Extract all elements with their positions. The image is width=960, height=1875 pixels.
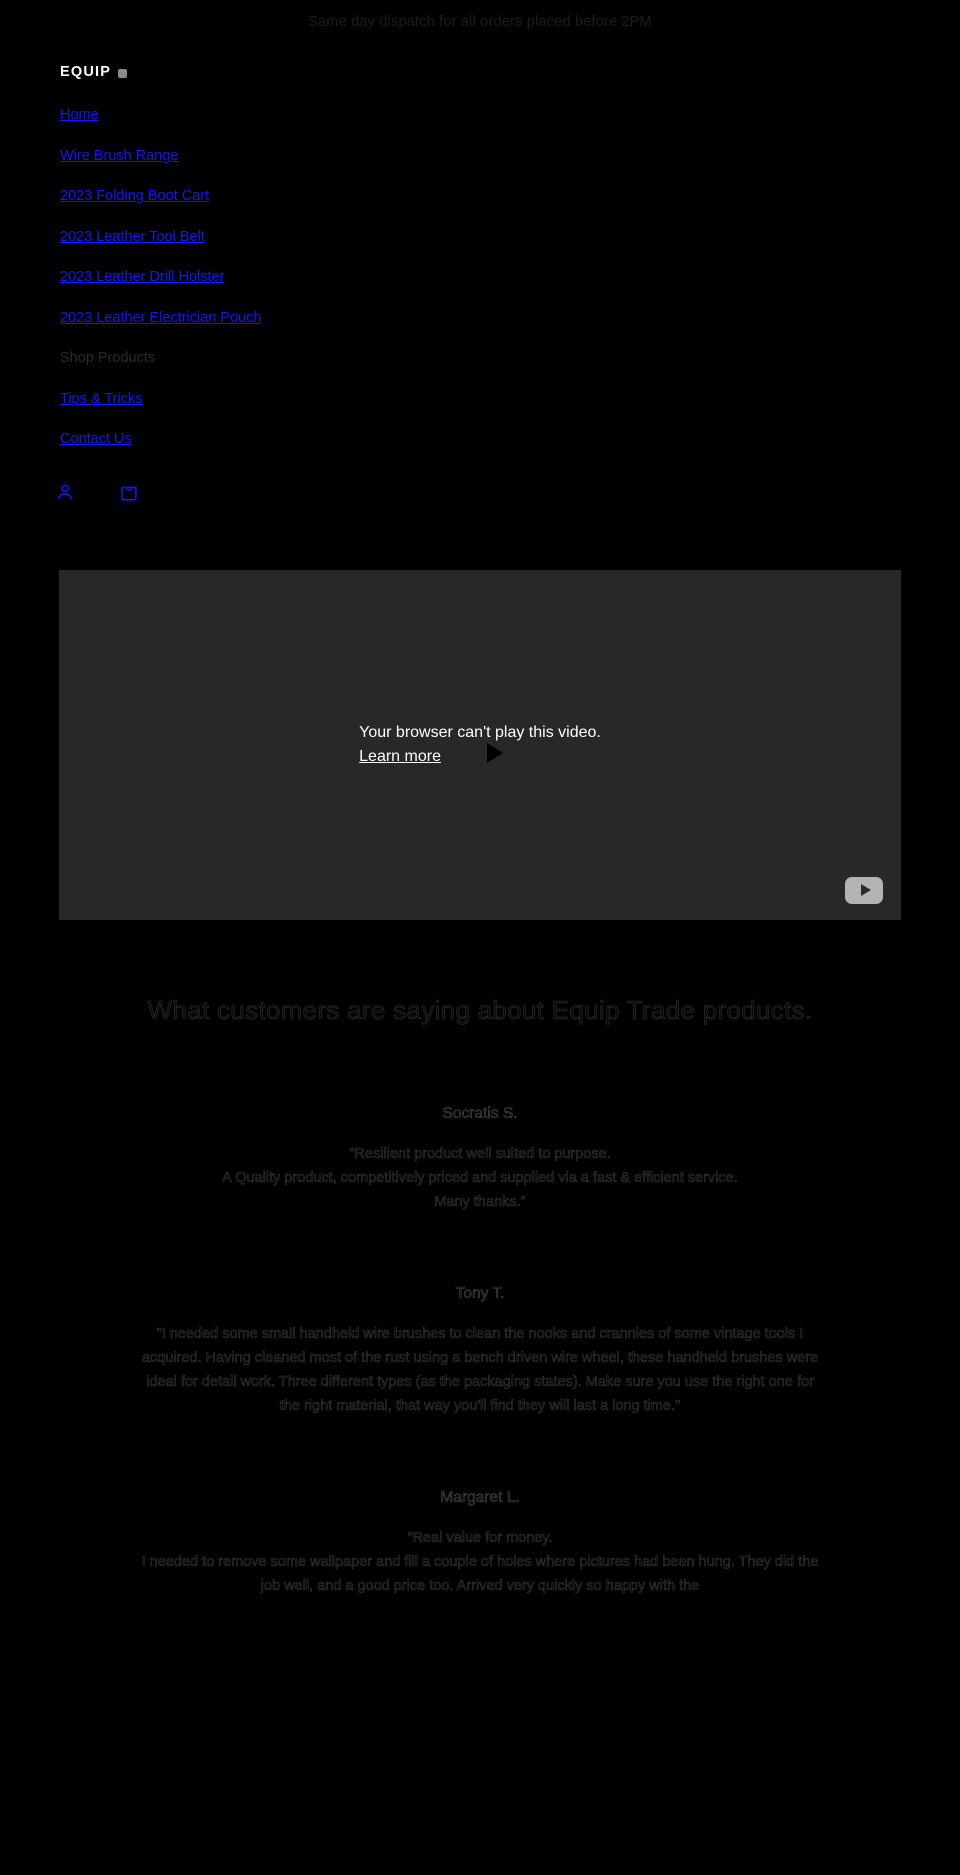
nav-item-shop-products[interactable]: Shop Products xyxy=(60,351,155,366)
testimonial-item: Margaret L. "Real value for money. I nee… xyxy=(0,1489,960,1599)
testimonial-author: Margaret L. xyxy=(440,1488,520,1506)
testimonial-item: Socratis S. "Resilient product well suit… xyxy=(0,1105,960,1215)
account-button[interactable] xyxy=(50,477,80,507)
testimonial-author: Socratis S. xyxy=(442,1105,518,1123)
hexagon-mark-icon xyxy=(118,68,128,78)
main-navigation: Home Wire Brush Range 2023 Folding Boot … xyxy=(0,80,960,447)
logo[interactable]: EQUIP xyxy=(0,64,960,80)
shopping-bag-icon xyxy=(121,486,137,501)
logo-text: EQUIP xyxy=(60,64,112,80)
testimonial-text: "Resilient product well suited to purpos… xyxy=(222,1146,738,1211)
nav-item-leather-drill-holster[interactable]: 2023 Leather Drill Holster xyxy=(60,270,224,285)
nav-item-home[interactable]: Home xyxy=(60,108,99,123)
announcement-bar: Same day dispatch for all orders placed … xyxy=(0,0,960,42)
testimonial-text: "I needed some small handheld wire brush… xyxy=(141,1326,819,1414)
site-header: EQUIP Home Wire Brush Range 2023 Folding… xyxy=(0,42,960,507)
youtube-play-button[interactable] xyxy=(845,876,883,904)
nav-item-contact-us[interactable]: Contact Us xyxy=(60,432,132,447)
video-error-inner: Your browser can't play this video. Lear… xyxy=(359,721,601,769)
announcement-text: Same day dispatch for all orders placed … xyxy=(308,14,652,30)
testimonial-author: Tony T. xyxy=(455,1285,505,1303)
person-icon xyxy=(58,483,72,499)
learn-more-link[interactable]: Learn more xyxy=(359,745,441,769)
nav-item-leather-tool-belt[interactable]: 2023 Leather Tool Belt xyxy=(60,229,205,245)
cart-button[interactable] xyxy=(114,477,144,507)
testimonial-text: "Real value for money. I needed to remov… xyxy=(141,1529,819,1594)
youtube-play-icon xyxy=(860,884,871,896)
video-player[interactable]: Your browser can't play this video. Lear… xyxy=(59,569,901,920)
testimonial-item: Tony T. "I needed some small handheld wi… xyxy=(0,1285,960,1419)
nav-item-tips-and-tricks[interactable]: Tips & Tricks xyxy=(60,391,142,407)
nav-item-wire-brush-range[interactable]: Wire Brush Range xyxy=(60,148,178,164)
nav-item-leather-electrician-pouch[interactable]: 2023 Leather Electrician Pouch xyxy=(60,310,262,326)
play-triangle-icon[interactable] xyxy=(487,742,504,763)
header-actions xyxy=(0,477,960,507)
video-error-text: Your browser can't play this video. xyxy=(359,723,601,741)
testimonials-section: What customers are saying about Equip Tr… xyxy=(0,994,960,1639)
page-title: What customers are saying about Equip Tr… xyxy=(147,994,813,1025)
video-error-message: Your browser can't play this video. Lear… xyxy=(59,721,901,769)
nav-item-folding-boot-cart[interactable]: 2023 Folding Boot Cart xyxy=(60,189,209,204)
